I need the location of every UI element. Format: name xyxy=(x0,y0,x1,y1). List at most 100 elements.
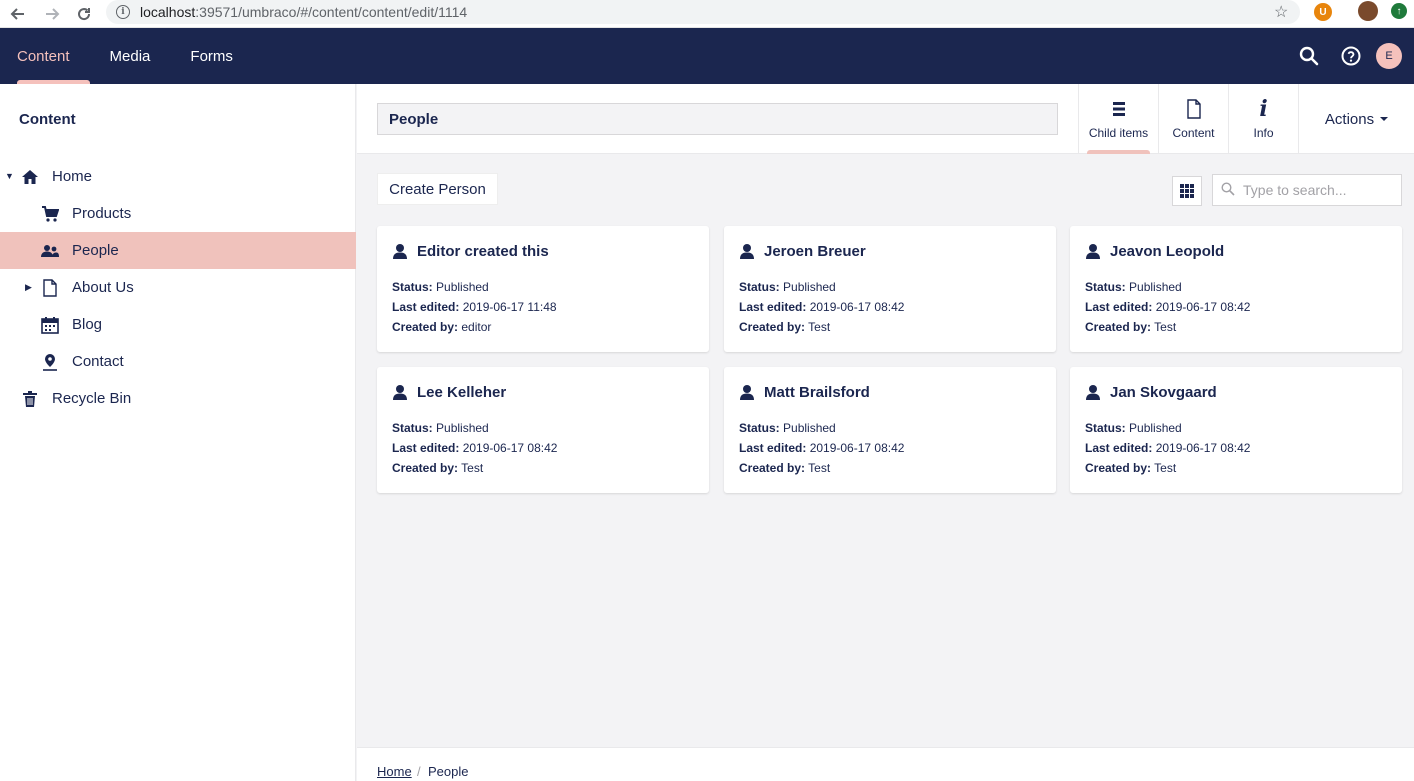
last-edited-line: Last edited: 2019-06-17 08:42 xyxy=(739,441,905,455)
user-icon xyxy=(392,243,408,259)
status-line: Status: Published xyxy=(1085,421,1182,435)
tree-item-products[interactable]: Products xyxy=(0,195,356,232)
breadcrumb-current: People xyxy=(428,764,469,779)
tab-label: Info xyxy=(1253,126,1274,140)
list-item-card[interactable]: Jeroen Breuer Status: Published Last edi… xyxy=(724,226,1056,352)
url-text: localhost:39571/umbraco/#/content/conten… xyxy=(140,4,468,20)
home-icon xyxy=(20,167,40,187)
tree-title: Content xyxy=(19,111,76,128)
tree-item-people[interactable]: People xyxy=(0,232,356,269)
calendar-icon xyxy=(40,315,60,335)
tab-content[interactable]: Content xyxy=(1158,84,1228,154)
last-edited-line: Last edited: 2019-06-17 08:42 xyxy=(1085,300,1251,314)
created-by-line: Created by: Test xyxy=(392,461,484,475)
node-name-input[interactable]: People xyxy=(377,103,1058,135)
extension-icon[interactable]: U xyxy=(1314,3,1332,21)
tree-item-label: Home xyxy=(52,168,93,185)
last-edited-line: Last edited: 2019-06-17 08:42 xyxy=(739,300,905,314)
tree-item-label: Contact xyxy=(72,353,124,370)
last-edited-line: Last edited: 2019-06-17 08:42 xyxy=(1085,441,1251,455)
caret-right-icon[interactable]: ▶ xyxy=(25,282,32,293)
bookmark-star-icon[interactable]: ☆ xyxy=(1274,2,1288,22)
tab-label: Content xyxy=(1172,126,1215,140)
status-line: Status: Published xyxy=(392,280,489,294)
created-by-line: Created by: editor xyxy=(392,320,492,334)
breadcrumb-home-link[interactable]: Home xyxy=(377,764,412,779)
back-arrow-icon[interactable] xyxy=(6,2,30,26)
tree-item-contact[interactable]: Contact xyxy=(0,343,356,380)
profile-avatar-icon[interactable] xyxy=(1358,1,1378,21)
section-content[interactable]: Content xyxy=(0,28,90,84)
breadcrumb: Home / People xyxy=(357,747,1414,781)
document-icon xyxy=(1186,98,1202,120)
created-by-line: Created by: Test xyxy=(739,461,831,475)
help-icon[interactable] xyxy=(1330,28,1372,84)
actions-label: Actions xyxy=(1324,110,1375,128)
reload-icon[interactable] xyxy=(72,2,96,26)
tree-item-label: Blog xyxy=(72,316,103,333)
search-icon xyxy=(1221,181,1235,199)
search-input[interactable] xyxy=(1243,182,1393,198)
tab-label: Child items xyxy=(1088,126,1149,140)
list-item-card[interactable]: Matt Brailsford Status: Published Last e… xyxy=(724,367,1056,493)
address-bar[interactable]: i localhost:39571/umbraco/#/content/cont… xyxy=(106,0,1300,24)
user-icon xyxy=(739,384,755,400)
status-line: Status: Published xyxy=(392,421,489,435)
caret-down-icon[interactable]: ▼ xyxy=(5,171,14,181)
shopping-cart-icon xyxy=(40,204,60,224)
search-icon[interactable] xyxy=(1288,28,1330,84)
forward-arrow-icon[interactable] xyxy=(40,2,64,26)
user-avatar[interactable]: E xyxy=(1376,43,1402,69)
tree-item-label: About Us xyxy=(72,279,134,296)
card-title[interactable]: Jeroen Breuer xyxy=(764,243,866,260)
create-person-button[interactable]: Create Person xyxy=(377,173,498,205)
tab-info[interactable]: i Info xyxy=(1228,84,1298,154)
trash-icon xyxy=(20,389,40,409)
list-item-card[interactable]: Jan Skovgaard Status: Published Last edi… xyxy=(1070,367,1402,493)
list-icon xyxy=(1112,98,1126,120)
card-title[interactable]: Matt Brailsford xyxy=(764,384,870,401)
site-info-icon[interactable]: i xyxy=(116,5,130,19)
tree-item-blog[interactable]: Blog xyxy=(0,306,356,343)
update-icon[interactable]: ↑ xyxy=(1391,3,1407,19)
status-line: Status: Published xyxy=(1085,280,1182,294)
last-edited-line: Last edited: 2019-06-17 11:48 xyxy=(392,300,557,314)
tree-item-home[interactable]: ▼ Home xyxy=(0,158,356,195)
list-item-card[interactable]: Lee Kelleher Status: Published Last edit… xyxy=(377,367,709,493)
card-title[interactable]: Jan Skovgaard xyxy=(1110,384,1217,401)
list-item-card[interactable]: Jeavon Leopold Status: Published Last ed… xyxy=(1070,226,1402,352)
content-tree-sidebar: Content ▼ Home Products People ▶ About U… xyxy=(0,84,356,781)
tree-item-label: Products xyxy=(72,205,132,222)
created-by-line: Created by: Test xyxy=(1085,461,1177,475)
grid-layout-icon[interactable] xyxy=(1172,176,1202,206)
user-icon xyxy=(392,384,408,400)
header-tools: E xyxy=(1288,28,1414,84)
editor-header: People Child items Content i Info Action… xyxy=(357,84,1414,154)
users-icon xyxy=(40,241,60,261)
user-icon xyxy=(739,243,755,259)
tab-child-items[interactable]: Child items xyxy=(1078,84,1158,154)
user-icon xyxy=(1085,243,1101,259)
card-title[interactable]: Jeavon Leopold xyxy=(1110,243,1224,260)
list-item-card[interactable]: Editor created this Status: Published La… xyxy=(377,226,709,352)
last-edited-line: Last edited: 2019-06-17 08:42 xyxy=(392,441,558,455)
map-pin-icon xyxy=(40,352,60,372)
app-header: Content Media Forms E xyxy=(0,28,1414,84)
caret-down-icon xyxy=(1380,117,1389,121)
user-icon xyxy=(1085,384,1101,400)
section-forms[interactable]: Forms xyxy=(170,28,253,84)
tree-item-label: Recycle Bin xyxy=(52,390,132,407)
section-media[interactable]: Media xyxy=(90,28,171,84)
status-line: Status: Published xyxy=(739,280,836,294)
browser-toolbar: i localhost:39571/umbraco/#/content/cont… xyxy=(0,0,1414,28)
tree-item-about-us[interactable]: ▶ About Us xyxy=(0,269,356,306)
card-title[interactable]: Lee Kelleher xyxy=(417,384,506,401)
created-by-line: Created by: Test xyxy=(1085,320,1177,334)
document-icon xyxy=(40,278,60,298)
listview-search[interactable] xyxy=(1212,174,1402,206)
created-by-line: Created by: Test xyxy=(739,320,831,334)
actions-dropdown[interactable]: Actions xyxy=(1298,84,1414,154)
section-nav: Content Media Forms xyxy=(0,28,1414,84)
tree-item-recycle-bin[interactable]: Recycle Bin xyxy=(0,380,356,417)
card-title[interactable]: Editor created this xyxy=(417,243,549,260)
